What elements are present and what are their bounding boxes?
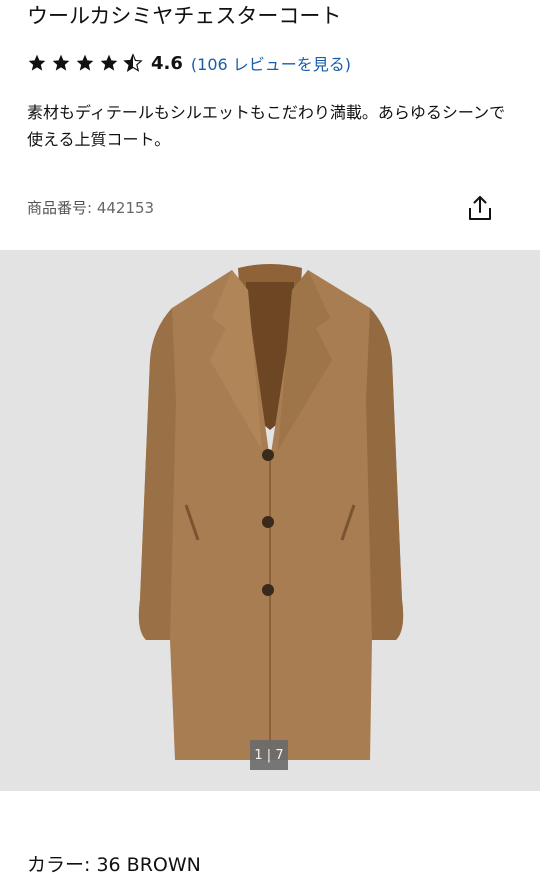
star-icon	[76, 54, 94, 71]
share-icon[interactable]	[467, 194, 493, 222]
star-icon	[100, 54, 118, 71]
color-label: カラー	[27, 854, 85, 876]
view-reviews-link[interactable]: (106 レビューを見る)	[191, 51, 351, 75]
rating-row: 4.6 (106 レビューを見る)	[27, 50, 351, 76]
star-icon	[52, 54, 70, 71]
star-icon	[28, 54, 46, 71]
rating-score: 4.6	[151, 52, 183, 74]
product-number: 商品番号: 442153	[27, 197, 154, 218]
product-title: ウールカシミヤチェスターコート	[27, 4, 342, 28]
image-counter: 1 | 7	[250, 740, 288, 770]
product-description: 素材もディテールもシルエットもこだわり満載。あらゆるシーンで使える上質コート。	[27, 103, 506, 149]
rating-stars	[27, 53, 143, 73]
product-image-gallery[interactable]	[0, 250, 540, 791]
product-image	[138, 264, 404, 760]
product-number-value: : 442153	[87, 199, 155, 217]
color-value: : 36 BROWN	[84, 854, 201, 876]
half-star-icon	[123, 53, 143, 72]
product-number-label: 商品番号	[27, 199, 88, 217]
color-selection: カラー: 36 BROWN	[27, 850, 201, 877]
